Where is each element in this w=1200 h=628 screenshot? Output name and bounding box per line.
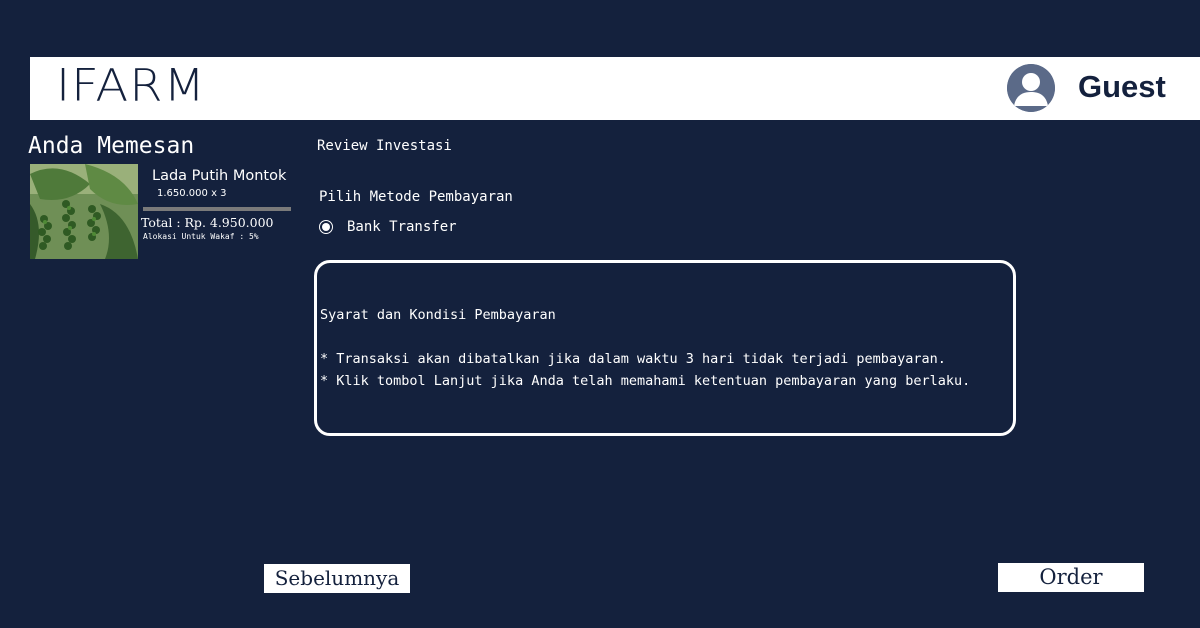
payment-terms-box xyxy=(314,260,1016,436)
app-logo[interactable]: IFARM xyxy=(56,60,206,112)
payment-terms-line: * Transaksi akan dibatalkan jika dalam w… xyxy=(320,351,946,367)
product-divider xyxy=(143,207,291,211)
payment-option-label[interactable]: Bank Transfer xyxy=(347,218,457,236)
order-total: Total : Rp. 4.950.000 xyxy=(141,215,274,230)
previous-button[interactable]: Sebelumnya xyxy=(264,564,410,593)
top-header-bar: IFARM Guest xyxy=(30,57,1200,120)
radio-button-icon[interactable] xyxy=(319,220,333,234)
product-quantity-price: 1.650.000 x 3 xyxy=(157,188,227,199)
user-avatar-icon[interactable] xyxy=(1007,64,1055,112)
wakaf-allocation: Alokasi Untuk Wakaf : 5% xyxy=(143,232,259,241)
review-title: Review Investasi xyxy=(317,138,452,154)
product-image xyxy=(30,164,138,259)
payment-terms-title: Syarat dan Kondisi Pembayaran xyxy=(320,307,556,323)
product-name: Lada Putih Montok xyxy=(152,168,287,184)
payment-terms-line: * Klik tombol Lanjut jika Anda telah mem… xyxy=(320,373,971,389)
payment-option-bank-transfer[interactable]: Bank Transfer xyxy=(319,218,457,236)
radio-selected-dot xyxy=(322,223,330,231)
payment-method-heading: Pilih Metode Pembayaran xyxy=(319,189,513,205)
order-summary-heading: Anda Memesan xyxy=(28,133,195,159)
user-name-label[interactable]: Guest xyxy=(1078,69,1166,105)
order-button[interactable]: Order xyxy=(998,563,1144,592)
